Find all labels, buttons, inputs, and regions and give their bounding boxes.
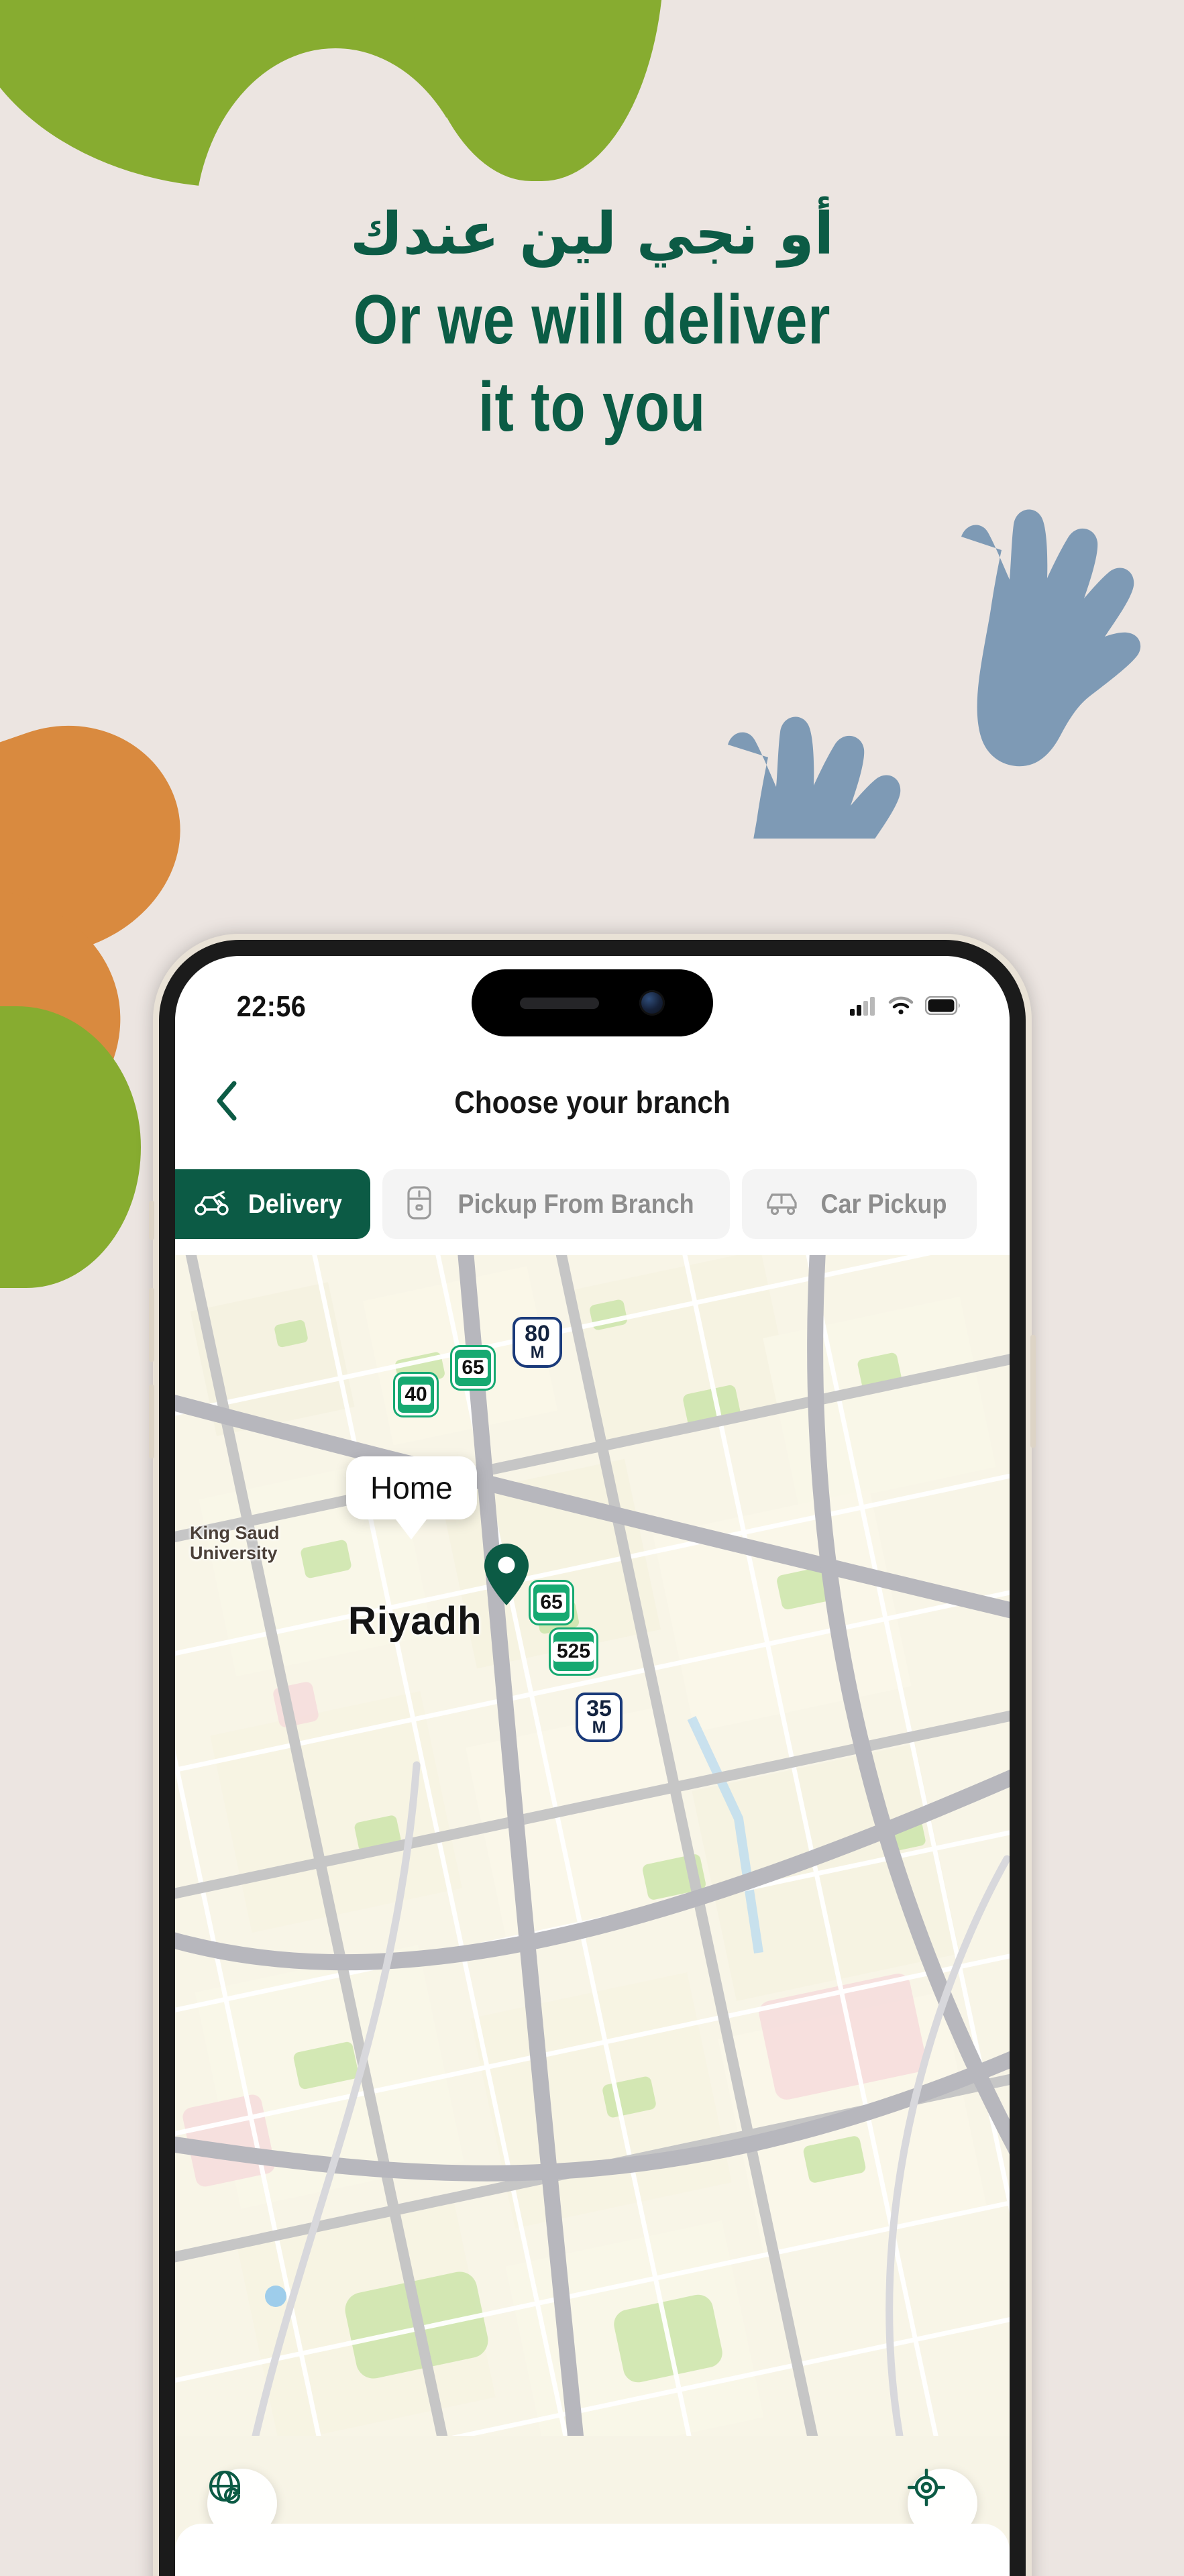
phone-volume-down-button[interactable] — [149, 1385, 154, 1458]
app-header: Choose your branch — [175, 1035, 1010, 1169]
fridge-icon — [405, 1185, 433, 1224]
phone-volume-up-button[interactable] — [149, 1288, 154, 1362]
road-shield-40: 40 — [395, 1374, 437, 1415]
wifi-icon — [888, 996, 914, 1019]
headline-english-line1: Or we will deliver — [353, 280, 831, 359]
phone-mockup: 22:56 Choose your branch Delivery Pickup… — [153, 934, 1032, 2576]
tab-pickup-from-branch-label: Pickup From Branch — [458, 1189, 694, 1219]
phone-power-button[interactable] — [1030, 1335, 1036, 1448]
tab-car-pickup[interactable]: Car Pickup — [741, 1169, 977, 1239]
road-shield-65-upper: 65 — [452, 1347, 494, 1389]
hands-illustration — [698, 423, 1184, 974]
road-shield-35m: 35 M — [576, 1693, 623, 1742]
road-shield-65-lower: 65 — [531, 1582, 572, 1623]
earpiece-speaker — [520, 997, 599, 1009]
map-canvas — [175, 1255, 1010, 2436]
front-camera-icon — [639, 990, 665, 1016]
headline-arabic: أو نجي لين عندك — [349, 201, 835, 268]
fulfillment-tabs: Delivery Pickup From Branch Car Pickup — [175, 1169, 1010, 1255]
page-title: Choose your branch — [454, 1085, 731, 1120]
tab-pickup-from-branch[interactable]: Pickup From Branch — [382, 1169, 730, 1239]
promo-headline: أو نجي لين عندك Or we will deliver it to… — [0, 201, 1184, 442]
dynamic-island — [472, 969, 713, 1036]
status-bar-time: 22:56 — [236, 990, 307, 1023]
decorative-blob-green-left — [0, 1006, 141, 1288]
tab-delivery[interactable]: Delivery — [175, 1169, 370, 1239]
tab-delivery-label: Delivery — [248, 1189, 342, 1219]
phone-screen: 22:56 Choose your branch Delivery Pickup… — [175, 956, 1010, 2576]
scooter-icon — [194, 1189, 231, 1220]
home-callout[interactable]: Home — [346, 1456, 477, 1519]
promo-screenshot: أو نجي لين عندك Or we will deliver it to… — [0, 0, 1184, 2576]
phone-mute-switch[interactable] — [149, 1201, 154, 1240]
road-shield-525: 525 — [551, 1629, 596, 1674]
road-shield-80m: 80 M — [513, 1317, 562, 1368]
status-bar-indicators — [850, 996, 961, 1019]
bottom-sheet — [175, 2524, 1010, 2576]
car-icon — [765, 1189, 802, 1220]
battery-icon — [924, 996, 961, 1018]
map-view[interactable]: King Saud University Riyadh 80 M 65 40 6… — [175, 1255, 1010, 2576]
tab-car-pickup-label: Car Pickup — [820, 1189, 947, 1219]
signal-bars-icon — [850, 996, 877, 1019]
headline-english-line2: it to you — [478, 368, 706, 446]
